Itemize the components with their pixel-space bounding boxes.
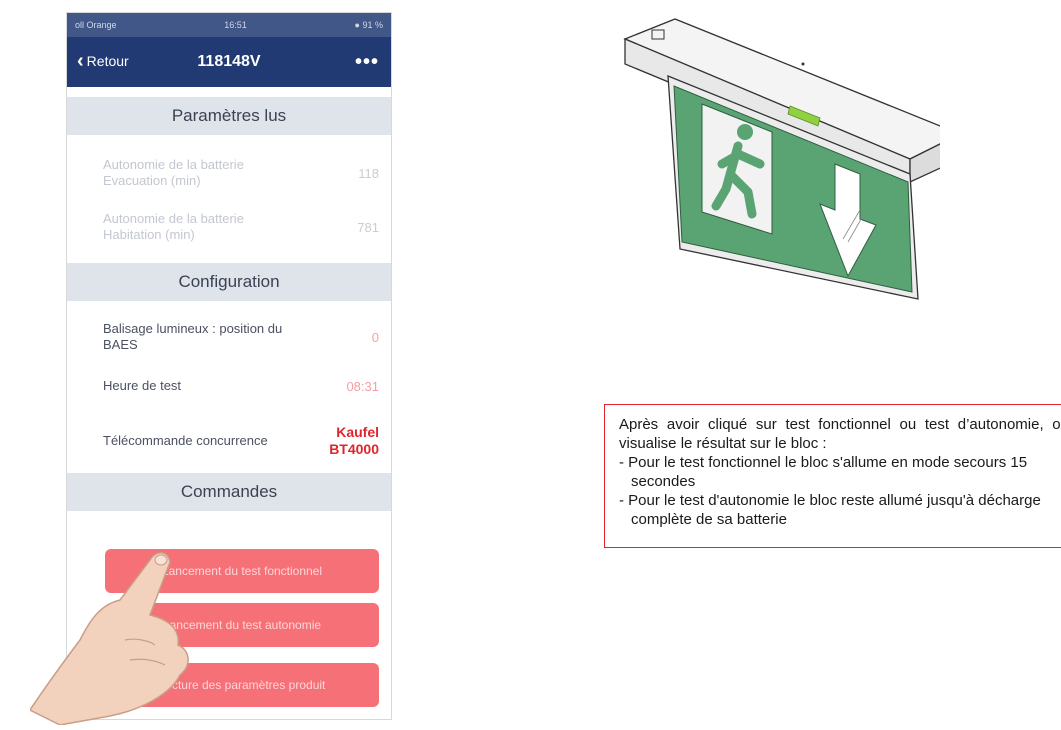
row-label: Balisage lumineux : position du BAES (103, 321, 283, 352)
back-label: Retour (86, 53, 129, 69)
section-header-commands: Commandes (67, 473, 391, 511)
row-label: Autonomie de la batterie Evacuation (min… (103, 157, 244, 188)
row-label: Heure de test (103, 378, 182, 393)
exit-sign-illustration (623, 18, 940, 300)
back-button[interactable]: ‹ Retour (77, 51, 129, 71)
row-label: Télécommande concurrence (103, 433, 268, 448)
explanation-item-functional: - Pour le test fonctionnel le bloc s'all… (619, 454, 1028, 490)
chevron-left-icon: ‹ (77, 50, 84, 72)
remote-model: BT4000 (329, 441, 379, 457)
remote-brand: Kaufel (336, 424, 379, 440)
config-row-baes-position[interactable]: Balisage lumineux : position du BAES 0 (67, 317, 391, 357)
more-options-icon[interactable]: ••• (355, 51, 379, 74)
row-value: 781 (357, 219, 379, 235)
row-value: Kaufel BT4000 (329, 424, 379, 458)
read-row-evacuation: Autonomie de la batterie Evacuation (min… (67, 153, 391, 193)
status-bar: oll Orange 16:51 ● 91 % (67, 13, 391, 37)
row-label: Autonomie de la batterie Habitation (min… (103, 211, 244, 242)
nav-bar: ‹ Retour 118148V ••• (67, 37, 391, 87)
config-row-test-time[interactable]: Heure de test 08:31 (67, 375, 391, 397)
row-value: 08:31 (346, 378, 379, 394)
row-value: 118 (358, 165, 379, 181)
carrier-label: oll Orange (75, 20, 117, 30)
battery-indicator: ● 91 % (354, 20, 383, 30)
config-row-remote[interactable]: Télécommande concurrence Kaufel BT4000 (67, 421, 391, 461)
explanation-item-autonomy: - Pour le test d'autonomie le bloc reste… (619, 492, 1041, 528)
section-header-read: Paramètres lus (67, 97, 391, 135)
result-explanation-box: Après avoir cliqué sur test fonctionnel … (604, 404, 1061, 548)
hand-pointer-icon (30, 552, 189, 725)
section-header-config: Configuration (67, 263, 391, 301)
row-value: 0 (371, 329, 379, 345)
read-row-habitation: Autonomie de la batterie Habitation (min… (67, 207, 391, 247)
explanation-intro: Après avoir cliqué sur test fonctionnel … (619, 416, 1061, 452)
status-time: 16:51 (224, 20, 247, 30)
